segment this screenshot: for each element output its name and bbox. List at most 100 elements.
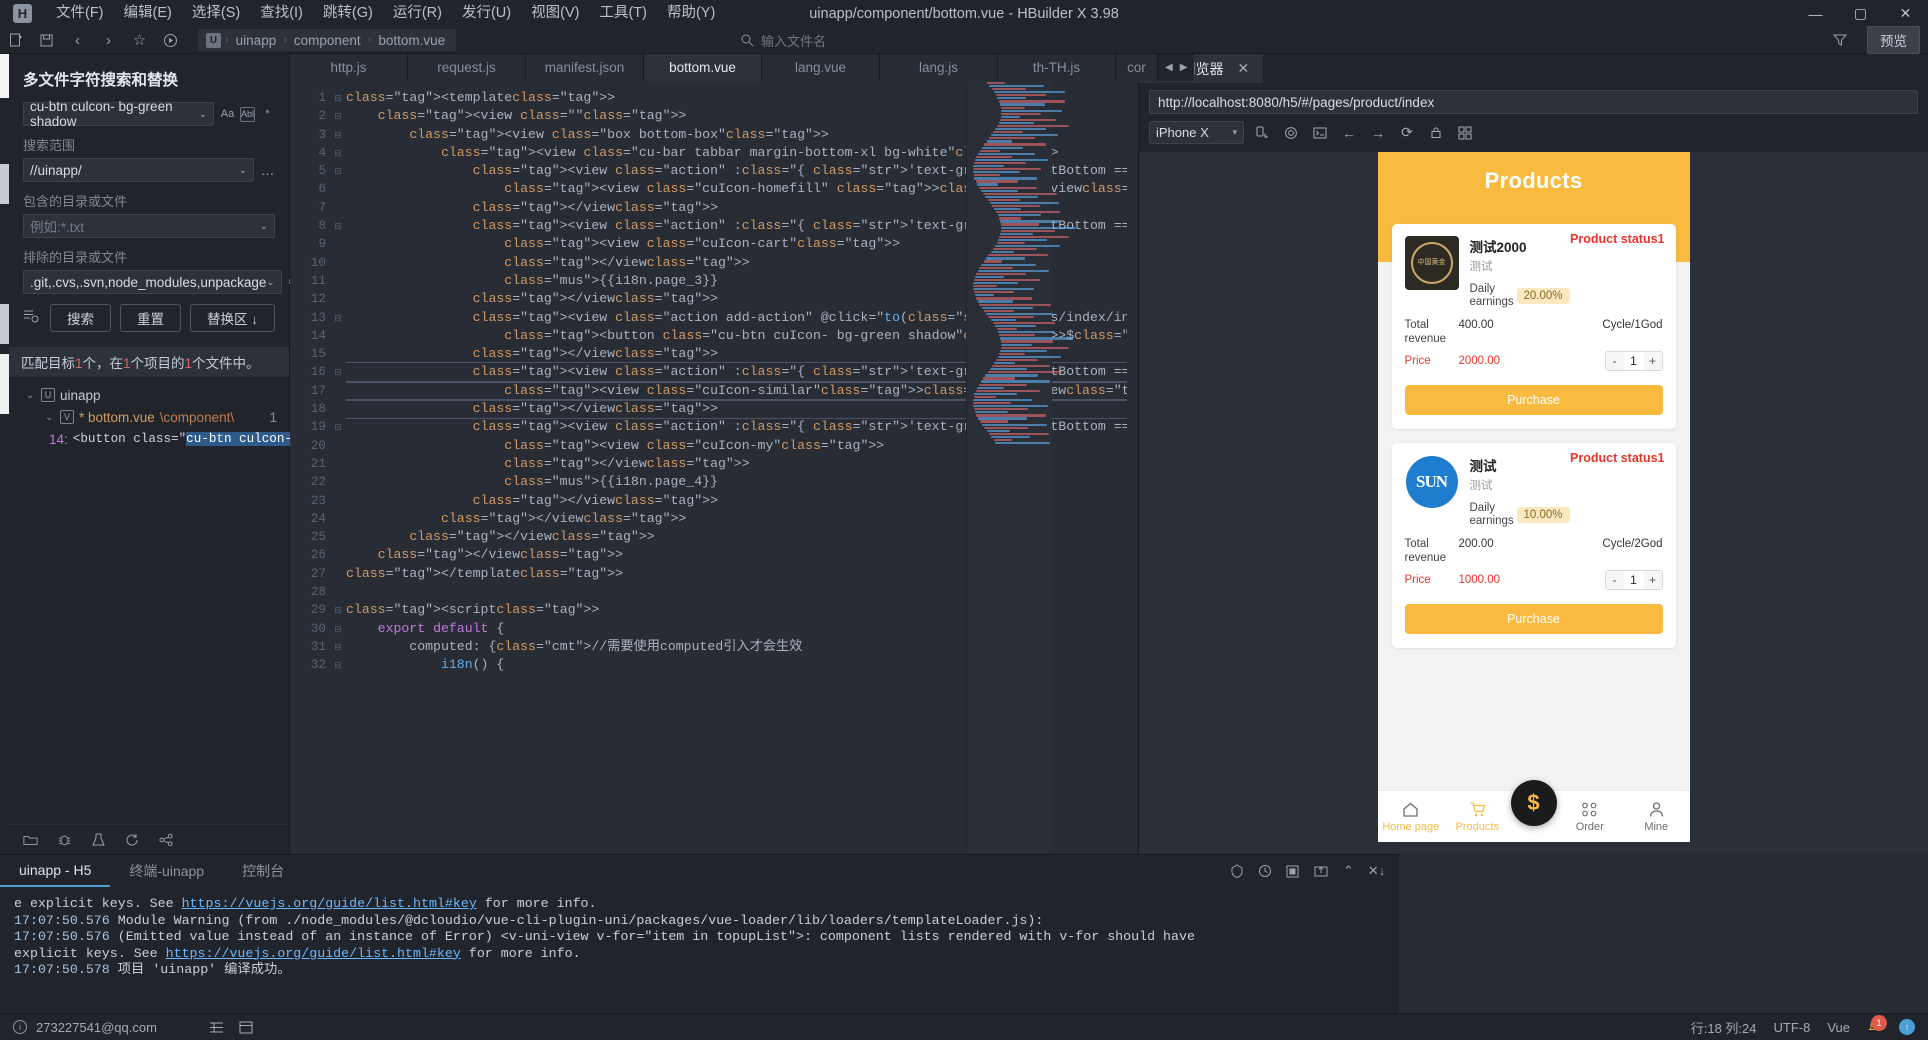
rotate-icon[interactable] (1251, 122, 1273, 144)
tab-scroll-arrows[interactable]: ◀ ▶ (1158, 54, 1195, 81)
console-tab-uinapp---H5[interactable]: uinapp - H5 (0, 855, 111, 887)
log-link[interactable]: https://vuejs.org/guide/list.html#key (182, 896, 477, 911)
list-icon[interactable] (206, 1017, 227, 1038)
fold-toggle[interactable]: ⊟ (330, 126, 346, 144)
menu-bar[interactable]: 文件(F) 编辑(E) 选择(S) 查找(I) 跳转(G) 运行(R) 发行(U) 视图(V)… (46, 0, 725, 27)
fold-toggle[interactable] (330, 510, 346, 528)
settings-icon[interactable] (1280, 122, 1302, 144)
fold-toggle[interactable] (330, 583, 346, 601)
purchase-button[interactable]: Purchase (1404, 604, 1663, 635)
browser-tab-bar[interactable]: Web浏览器 ✕ (1139, 54, 1928, 83)
funnel-icon[interactable] (1824, 28, 1855, 53)
tree-node-file[interactable]: ⌄ V * bottom.vue \component\ 1 (9, 406, 289, 428)
fold-toggle[interactable]: ⊟ (330, 162, 346, 180)
close-icon[interactable]: ✕ (1238, 60, 1250, 77)
breadcrumb[interactable]: U › uinapp › component › bottom.vue (198, 29, 457, 51)
fold-toggle[interactable]: ⊟ (330, 309, 346, 327)
code-fold-gutter[interactable]: ⊟ ⊟ ⊟ ⊟ ⊟ ⊟ ⊟ ⊟ ⊟ ⊟ ⊟ ⊟ ⊟ (330, 81, 346, 854)
fold-toggle[interactable] (330, 492, 346, 510)
breadcrumb-item-folder[interactable]: component (291, 33, 364, 48)
fold-toggle[interactable] (330, 290, 346, 308)
bug-icon[interactable] (57, 832, 72, 847)
fold-toggle[interactable] (330, 473, 346, 491)
code-editor[interactable]: 1 2 3 4 5 6 7 8 9 10 11 12 13 14 15 16 17 18 19 20 21 22 23 24 2… (290, 81, 1138, 854)
tree-node-project[interactable]: ⌄ U uinapp (9, 384, 289, 406)
fold-toggle[interactable] (330, 546, 346, 564)
share-icon[interactable] (159, 832, 174, 847)
tabbar-item-home[interactable]: Home page (1378, 801, 1445, 833)
chevron-down-icon[interactable]: ⌄ (266, 277, 274, 288)
product-card[interactable]: Product status1 SUN 测试 测试 Daily earnings 10.0… (1391, 443, 1676, 649)
search-input[interactable]: cu-btn culcon- bg-green shadow ⌄ (23, 99, 214, 129)
fold-toggle[interactable]: ⊟ (330, 656, 346, 674)
fold-toggle[interactable] (330, 455, 346, 473)
encoding[interactable]: UTF-8 (1774, 1020, 1811, 1035)
fold-toggle[interactable]: ⊟ (330, 638, 346, 656)
phone-viewport[interactable]: Products Product status1 中国黄金 测试2000 测试 Dail… (1377, 152, 1690, 842)
menu-item-0[interactable]: 文件(F) (46, 0, 114, 27)
product-card[interactable]: Product status1 中国黄金 测试2000 测试 Daily earning… (1391, 224, 1676, 430)
decrement-button[interactable]: - (1605, 571, 1624, 590)
menu-item-3[interactable]: 查找(I) (250, 0, 313, 27)
add-action-fab[interactable]: $ (1510, 780, 1557, 826)
back-icon[interactable]: ‹ (62, 28, 93, 53)
close-button[interactable]: ✕ (1883, 0, 1928, 27)
breadcrumb-item-project[interactable]: uinapp (233, 33, 280, 48)
window-icon[interactable] (236, 1017, 257, 1038)
search-button[interactable]: 搜索 (49, 304, 111, 332)
reload-icon[interactable]: ⟳ (1396, 122, 1418, 144)
fold-toggle[interactable]: ⊟ (330, 89, 346, 107)
new-file-icon[interactable] (0, 28, 31, 53)
grid-icon[interactable] (1454, 122, 1476, 144)
chevron-down-icon[interactable]: ⌄ (260, 221, 268, 232)
increment-button[interactable]: + (1643, 352, 1662, 371)
tab-next-icon[interactable]: ▶ (1180, 62, 1188, 73)
chevron-down-icon[interactable]: ⌄ (26, 390, 36, 401)
fold-toggle[interactable] (330, 528, 346, 546)
editor-tab-manifest-json[interactable]: manifest.json (526, 54, 644, 81)
tabbar-item-mine[interactable]: Mine (1623, 801, 1690, 833)
stop-icon[interactable] (1281, 860, 1304, 882)
fold-toggle[interactable]: ⊟ (330, 418, 346, 436)
window-controls[interactable]: — ▢ ✕ (1793, 0, 1928, 27)
decrement-button[interactable]: - (1605, 352, 1624, 371)
whole-word-icon[interactable]: Abl (240, 106, 255, 122)
chevron-down-icon[interactable]: ⌄ (239, 165, 247, 176)
minimize-button[interactable]: — (1793, 0, 1838, 27)
editor-tab-lang-vue[interactable]: lang.vue (762, 54, 880, 81)
url-bar[interactable]: http://localhost:8080/h5/#/pages/product… (1149, 90, 1918, 114)
clear-icon[interactable]: ✕↓ (1365, 860, 1388, 882)
exclude-input[interactable]: .git,.cvs,.svn,node_modules,unpackage ⌄ (23, 270, 282, 294)
editor-tab-bottom-vue[interactable]: bottom.vue (644, 54, 762, 81)
minimap[interactable] (966, 81, 1076, 854)
browse-folder-icon[interactable]: … (260, 162, 275, 178)
forward-icon[interactable]: → (1367, 122, 1389, 144)
tab-prev-icon[interactable]: ◀ (1165, 62, 1173, 73)
favorite-star-icon[interactable]: ☆ (124, 28, 155, 53)
console-tab-bar[interactable]: uinapp - H5 终端-uinapp 控制台 ⌃ ✕↓ (0, 855, 1399, 887)
increment-button[interactable]: + (1643, 571, 1662, 590)
match-case-icon[interactable]: Aa (220, 107, 235, 122)
export-icon[interactable] (1309, 860, 1332, 882)
tabbar-item-products[interactable]: Products (1444, 801, 1511, 833)
fold-toggle[interactable] (330, 180, 346, 198)
menu-item-8[interactable]: 工具(T) (589, 0, 657, 27)
language-mode[interactable]: Vue (1827, 1020, 1850, 1035)
editor-tab-http-js[interactable]: http.js (290, 54, 408, 81)
collapse-icon[interactable]: ⌃ (1337, 860, 1360, 882)
menu-item-9[interactable]: 帮助(Y) (657, 0, 725, 27)
forward-icon[interactable]: › (93, 28, 124, 53)
console-tab----[interactable]: 控制台 (223, 855, 303, 887)
regex-icon[interactable]: * (260, 107, 275, 122)
replace-area-button[interactable]: 替换区 ↓ (189, 304, 275, 332)
fold-toggle[interactable] (330, 400, 346, 418)
fold-toggle[interactable] (330, 199, 346, 217)
editor-tab-th-TH-js[interactable]: th-TH.js (998, 54, 1116, 81)
tabbar-item-order[interactable]: Order (1557, 801, 1624, 833)
chevron-down-icon[interactable]: ▾ (1232, 127, 1237, 138)
editor-tab-request-js[interactable]: request.js (408, 54, 526, 81)
menu-item-7[interactable]: 视图(V) (521, 0, 589, 27)
fold-toggle[interactable] (330, 235, 346, 253)
fold-toggle[interactable]: ⊟ (330, 217, 346, 235)
refresh-icon[interactable] (125, 832, 140, 847)
